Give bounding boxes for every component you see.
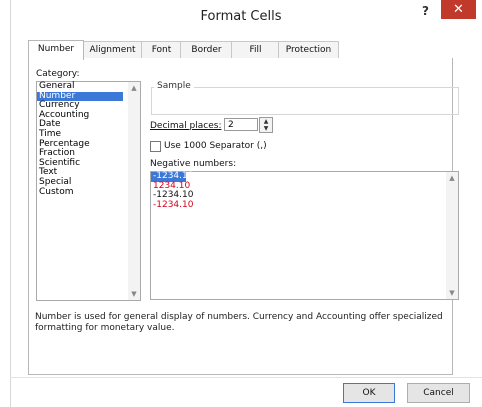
category-scrollbar[interactable]: ▲ ▼	[128, 82, 140, 300]
sample-box	[151, 87, 459, 115]
negative-numbers-list[interactable]: -1234.10 1234.10 -1234.10 -1234.10 ▲ ▼	[150, 171, 459, 300]
tab-fill[interactable]: Fill	[231, 41, 280, 59]
cancel-button[interactable]: Cancel	[407, 383, 470, 403]
footer-divider	[10, 377, 482, 378]
scroll-down-icon[interactable]: ▼	[448, 289, 456, 297]
ok-button[interactable]: OK	[343, 383, 395, 403]
spin-down-icon[interactable]: ▼	[260, 125, 272, 132]
decimal-places-label-text: Decimal places:	[150, 121, 222, 131]
spin-up-icon[interactable]: ▲	[260, 118, 272, 125]
tab-bar: Number Alignment Font Border Fill Protec…	[28, 40, 452, 60]
format-cells-dialog: Format Cells ? ✕ Number Alignment Font B…	[0, 0, 482, 407]
close-button[interactable]: ✕	[441, 0, 476, 19]
scroll-up-icon[interactable]: ▲	[448, 174, 456, 182]
decimal-places-input[interactable]: 2	[224, 118, 258, 131]
negative-format-item[interactable]: -1234.10	[151, 191, 458, 201]
close-icon: ✕	[453, 2, 464, 17]
use-1000-separator-checkbox[interactable]	[150, 141, 161, 152]
scroll-down-icon[interactable]: ▼	[130, 290, 138, 298]
format-description: Number is used for general display of nu…	[35, 312, 443, 333]
negative-format-item[interactable]: -1234.10	[151, 200, 458, 211]
tab-font[interactable]: Font	[141, 41, 182, 59]
decimal-places-stepper[interactable]: ▲ ▼	[259, 117, 273, 133]
category-list[interactable]: General Number Currency Accounting Date …	[36, 81, 141, 301]
negative-numbers-label: Negative numbers:	[150, 159, 237, 169]
category-label: Category:	[36, 69, 80, 79]
help-button[interactable]: ?	[422, 4, 429, 18]
negative-format-item[interactable]: 1234.10	[151, 181, 458, 192]
tab-border[interactable]: Border	[180, 41, 233, 59]
sample-label: Sample	[154, 81, 194, 91]
tab-protection[interactable]: Protection	[278, 41, 339, 59]
decimal-places-label: Decimal places:	[150, 121, 222, 131]
category-item-custom[interactable]: Custom	[37, 187, 140, 198]
tab-alignment[interactable]: Alignment	[82, 41, 143, 59]
negative-numbers-scrollbar[interactable]: ▲ ▼	[446, 172, 458, 299]
dialog-title: Format Cells	[200, 9, 282, 24]
scroll-up-icon[interactable]: ▲	[130, 84, 138, 92]
tab-number[interactable]: Number	[28, 40, 84, 60]
window-edge	[10, 0, 11, 407]
use-1000-separator-label[interactable]: Use 1000 Separator (,)	[164, 141, 267, 151]
